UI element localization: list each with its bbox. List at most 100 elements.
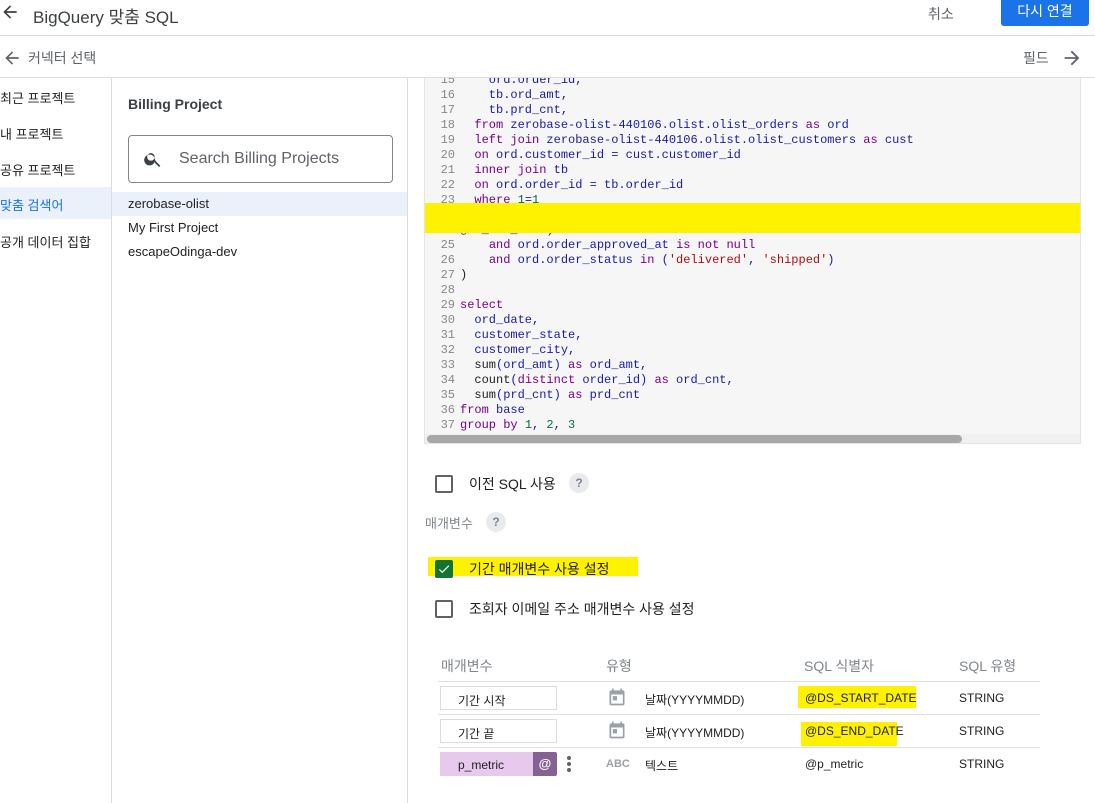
back-arrow-icon[interactable] [2,48,22,68]
billing-search-box[interactable] [128,135,393,183]
fields-link[interactable]: 필드 [1023,48,1049,68]
code-highlight [425,203,1080,233]
sub-header: 커넥터 선택 필드 [0,37,1095,78]
code-line[interactable]: 16 tb.ord_amt, [425,88,1080,103]
code-text: from zerobase-olist-440106.olist.olist_o… [474,118,849,132]
code-text: select [460,298,504,312]
col-header-type: 유형 [606,658,632,674]
code-line[interactable]: 32 customer_city, [425,343,1080,358]
code-line[interactable]: 29 select [425,298,1080,313]
code-text: inner join tb [474,163,569,177]
param-name-chip[interactable]: p_metric [440,752,533,776]
col-header-sql-type: SQL 유형 [959,658,1017,674]
code-text: sum(ord_amt) as ord_amt, [474,358,648,372]
param-sql-id: @DS_END_DATE [805,724,904,738]
code-text: and ord.order_status in ('delivered', 's… [488,253,835,267]
nav-item-my-projects[interactable]: 내 프로젝트 [0,116,111,148]
code-text: on ord.order_id = tb.order_id [474,178,684,192]
forward-arrow-icon[interactable] [1061,47,1083,69]
nav-item-shared-projects[interactable]: 공유 프로젝트 [0,152,111,184]
col-header-param: 매개변수 [441,658,493,674]
line-number: 25 [440,238,455,252]
param-name-input[interactable]: 기간 끝 [440,719,557,743]
code-line[interactable]: 18 from zerobase-olist-440106.olist.olis… [425,118,1080,133]
code-line[interactable]: 34 count(distinct order_id) as ord_cnt, [425,373,1080,388]
text-type-icon: ABC [606,758,630,770]
help-icon[interactable]: ? [569,473,589,493]
code-text: customer_state, [460,328,583,342]
more-vert-icon[interactable] [564,754,574,774]
billing-project-label: Billing Project [128,96,223,112]
code-line[interactable]: 15 ord.order_id, [425,78,1080,88]
line-number: 17 [440,103,455,117]
reconnect-button[interactable]: 다시 연결 [1001,0,1089,26]
code-text: on ord.customer_id = cust.customer_id [474,148,741,162]
code-text: ) [460,268,468,282]
code-text: tb.ord_amt, [460,88,569,102]
code-line[interactable]: 36 from base [425,403,1080,418]
sql-editor[interactable]: 37 group by 1, 2, 3 36 from base 35 sum(prd_… [424,78,1081,444]
line-number: 34 [440,373,455,387]
param-sql-type: STRING [959,691,1005,705]
code-line[interactable]: 30 ord_date, [425,313,1080,328]
billing-project-item[interactable]: zerobase-olist [112,192,407,216]
email-param-checkbox[interactable] [435,600,453,618]
col-header-sql-id: SQL 식별자 [804,658,875,674]
nav-item-public-datasets[interactable]: 공개 데이터 집합 [0,224,111,256]
code-line[interactable]: 35 sum(prd_cnt) as prd_cnt [425,388,1080,403]
param-type: 날짜(YYYYMMDD) [645,726,745,740]
code-text: from base [460,403,525,417]
row-divider [438,747,1040,748]
prev-sql-checkbox[interactable] [435,475,453,493]
line-number: 31 [440,328,455,342]
line-number: 26 [440,253,455,267]
code-line[interactable]: 19 left join zerobase-olist-440106.olist… [425,133,1080,148]
prev-sql-label: 이전 SQL 사용 [469,476,556,492]
checkmark-icon [438,565,450,574]
code-line[interactable]: 33 sum(ord_amt) as ord_amt, [425,358,1080,373]
date-param-label: 기간 매개변수 사용 설정 [469,561,610,577]
line-number: 22 [440,178,455,192]
param-type: 날짜(YYYYMMDD) [645,693,745,707]
billing-project-item[interactable]: escapeOdinga-dev [112,240,407,264]
code-line[interactable]: 25 and ord.order_approved_at is not null [425,238,1080,253]
line-number: 37 [440,418,455,432]
cancel-button[interactable]: 취소 [928,4,954,24]
code-line[interactable]: 27) [425,268,1080,283]
left-nav: 최근 프로젝트 내 프로젝트 공유 프로젝트 맞춤 검색어 공개 데이터 집합 [0,78,112,803]
code-line[interactable]: 28 [425,283,1080,298]
line-number: 33 [440,358,455,372]
code-text: group by 1, 2, 3 [460,418,576,432]
param-type: 텍스트 [645,759,679,773]
page-title: BigQuery 맞춤 SQL [33,8,179,27]
line-number: 20 [440,148,455,162]
email-param-label: 조회자 이메일 주소 매개변수 사용 설정 [469,601,695,617]
row-divider [438,714,1040,715]
code-text: ord_date, [460,313,540,327]
app-header: BigQuery 맞춤 SQL 취소 다시 연결 [0,0,1095,36]
code-text: and ord.order_approved_at is not null [488,238,756,252]
code-text: left join zerobase-olist-440106.olist.ol… [474,133,914,147]
code-line[interactable]: 37 group by 1, 2, 3 [425,418,1080,433]
code-line[interactable]: 17 tb.prd_cnt, [425,103,1080,118]
nav-item-recent-projects[interactable]: 최근 프로젝트 [0,80,111,112]
back-arrow-icon[interactable] [0,2,20,22]
nav-item-custom-query[interactable]: 맞춤 검색어 [0,187,111,219]
help-icon[interactable]: ? [486,512,506,532]
billing-search-input[interactable] [179,147,384,171]
scrollbar-thumb[interactable] [427,435,962,443]
code-line[interactable]: 21 inner join tb [425,163,1080,178]
code-line[interactable]: 22 on ord.order_id = tb.order_id [425,178,1080,193]
code-line[interactable]: 26 and ord.order_status in ('delivered',… [425,253,1080,268]
code-line[interactable]: 20 on ord.customer_id = cust.customer_id [425,148,1080,163]
calendar-icon [609,721,625,739]
select-connector-link[interactable]: 커넥터 선택 [28,48,96,68]
code-line[interactable]: 31 customer_state, [425,328,1080,343]
billing-project-item[interactable]: My First Project [112,216,407,240]
param-sql-type: STRING [959,724,1005,738]
calendar-icon [609,688,625,706]
date-param-checkbox[interactable] [435,560,453,578]
param-name-input[interactable]: 기간 시작 [440,686,557,710]
at-sign-button[interactable]: @ [533,752,557,776]
horizontal-scrollbar[interactable] [425,434,1080,443]
